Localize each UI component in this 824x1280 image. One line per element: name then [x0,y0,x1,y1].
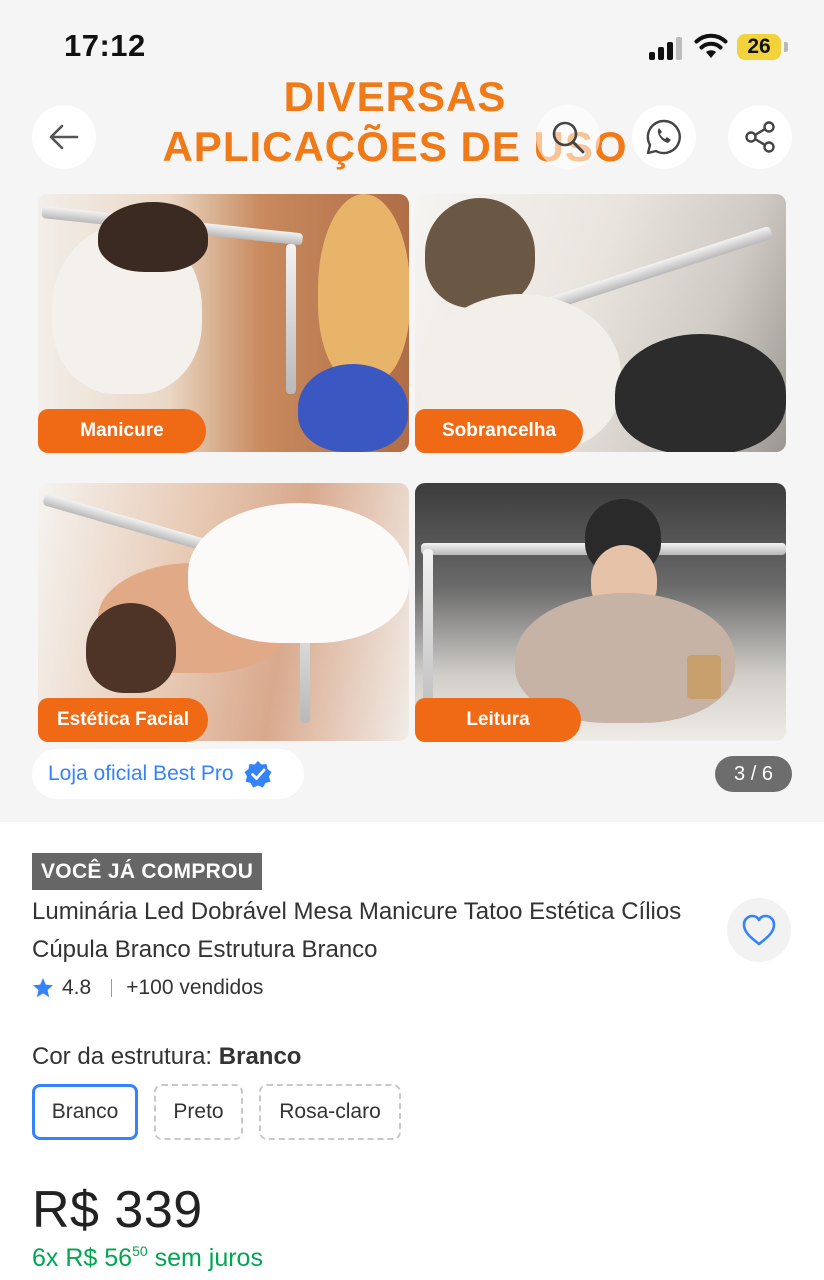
heart-icon [742,914,776,946]
tag-estetica-facial: Estética Facial [38,698,208,742]
rating-row[interactable]: 4.8 +100 vendidos [32,973,263,1003]
variant-option-branco[interactable]: Branco [32,1084,138,1140]
share-button[interactable] [728,105,792,169]
back-button[interactable] [32,105,96,169]
installments-amount: 6x R$ 56 [32,1244,133,1272]
sold-count: +100 vendidos [126,976,264,999]
variant-label: Cor da estrutura: Branco [32,1043,301,1071]
search-icon [552,121,585,154]
variant-label-text: Cor da estrutura: [32,1043,213,1070]
star-icon [33,978,53,998]
official-store-link[interactable]: Loja oficial Best Pro [32,749,304,799]
tag-leitura: Leitura [415,698,581,742]
tag-sobrancelha: Sobrancelha [415,409,583,453]
whatsapp-icon [646,119,681,155]
signal-icon [649,36,685,60]
variant-selected-value: Branco [218,1043,302,1070]
price: R$ 339 [32,1181,203,1239]
arrow-left-icon [49,124,79,150]
search-button[interactable] [536,105,600,169]
installments-info: 6x R$ 5650 sem juros [32,1243,263,1273]
wifi-icon [694,33,728,58]
tag-manicure: Manicure [38,409,206,453]
battery-tip [784,42,788,52]
product-gallery[interactable]: 17:12 26 DIVERSAS APLICAÇÕES DE USO Mani… [0,0,824,822]
share-icon [745,121,775,153]
favorite-button[interactable] [727,898,791,962]
variant-option-rosa-claro[interactable]: Rosa-claro [259,1084,401,1140]
status-bar: 17:12 26 [0,0,824,90]
whatsapp-share-button[interactable] [632,105,696,169]
gallery-counter: 3 / 6 [715,756,792,792]
store-name: Loja oficial Best Pro [48,762,234,785]
installments-cents: 50 [132,1243,148,1259]
variant-option-preto[interactable]: Preto [154,1084,243,1140]
already-bought-badge: VOCÊ JÁ COMPROU [32,853,263,890]
rating-score: 4.8 [62,976,92,999]
status-time: 17:12 [64,28,146,63]
installments-suffix: sem juros [154,1244,263,1272]
product-title: Luminária Led Dobrável Mesa Manicure Tat… [32,898,682,963]
battery-level: 26 [737,34,781,60]
rating-separator [111,979,113,997]
verified-icon [244,761,272,788]
